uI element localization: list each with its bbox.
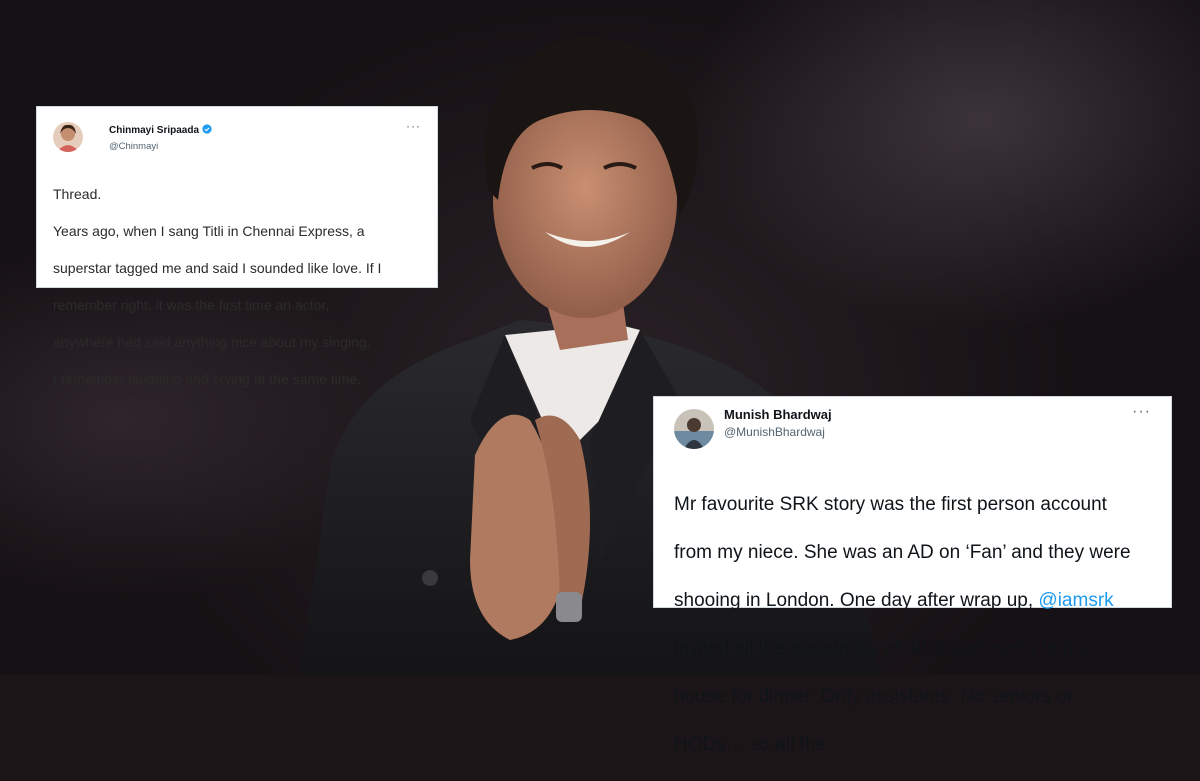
avatar[interactable]: [674, 409, 714, 449]
user-handle[interactable]: @Chinmayi: [109, 141, 212, 152]
tweet-header: Munish Bhardwaj @MunishBhardwaj ···: [674, 403, 1151, 449]
tweet-line: from my niece. She was an AD on ‘Fan’ an…: [674, 542, 1131, 563]
tweet-line: invited all the assistants, of all depar…: [674, 638, 1087, 659]
more-options-icon[interactable]: ···: [1132, 403, 1151, 421]
tweet-line-text: shooing in London. One day after wrap up…: [674, 590, 1039, 611]
avatar[interactable]: [53, 122, 83, 152]
tweet-line: HODs… so all the: [674, 734, 827, 755]
tweet-card-munish[interactable]: Munish Bhardwaj @MunishBhardwaj ··· Mr f…: [653, 396, 1172, 755]
tweet-line: I remember laughing and crying at the sa…: [53, 370, 362, 387]
tweet-header: Chinmayi Sripaada @Chinmayi ···: [53, 119, 421, 152]
tweet-line: shooing in London. One day after wrap up…: [674, 589, 1151, 613]
tweet-line: superstar tagged me and said I sounded l…: [53, 259, 382, 276]
tweet-line: Thread.: [53, 185, 102, 202]
tweet-card-chinmayi[interactable]: Chinmayi Sripaada @Chinmayi ··· Thread. …: [36, 106, 438, 387]
tweet-line: Mr favourite SRK story was the first per…: [674, 494, 1107, 515]
tweet-text: Thread. Years ago, when I sang Titli in …: [53, 166, 421, 407]
more-options-icon[interactable]: ···: [406, 119, 421, 133]
mention-link[interactable]: @iamsrk: [1038, 590, 1113, 611]
tweet-line: house for dinner. Only assistants. No se…: [674, 686, 1074, 707]
verified-badge-icon: [202, 121, 212, 139]
tweet-text: Mr favourite SRK story was the first per…: [674, 469, 1151, 781]
tweet-line: anywhere had said anything nice about my…: [53, 333, 371, 350]
user-handle[interactable]: @MunishBhardwaj: [724, 425, 832, 439]
display-name[interactable]: Chinmayi Sripaada: [109, 125, 199, 136]
display-name[interactable]: Munish Bhardwaj: [724, 407, 832, 422]
tweet-line: remember right, it was the first time an…: [53, 296, 330, 313]
tweet-line: Years ago, when I sang Titli in Chennai …: [53, 222, 365, 239]
